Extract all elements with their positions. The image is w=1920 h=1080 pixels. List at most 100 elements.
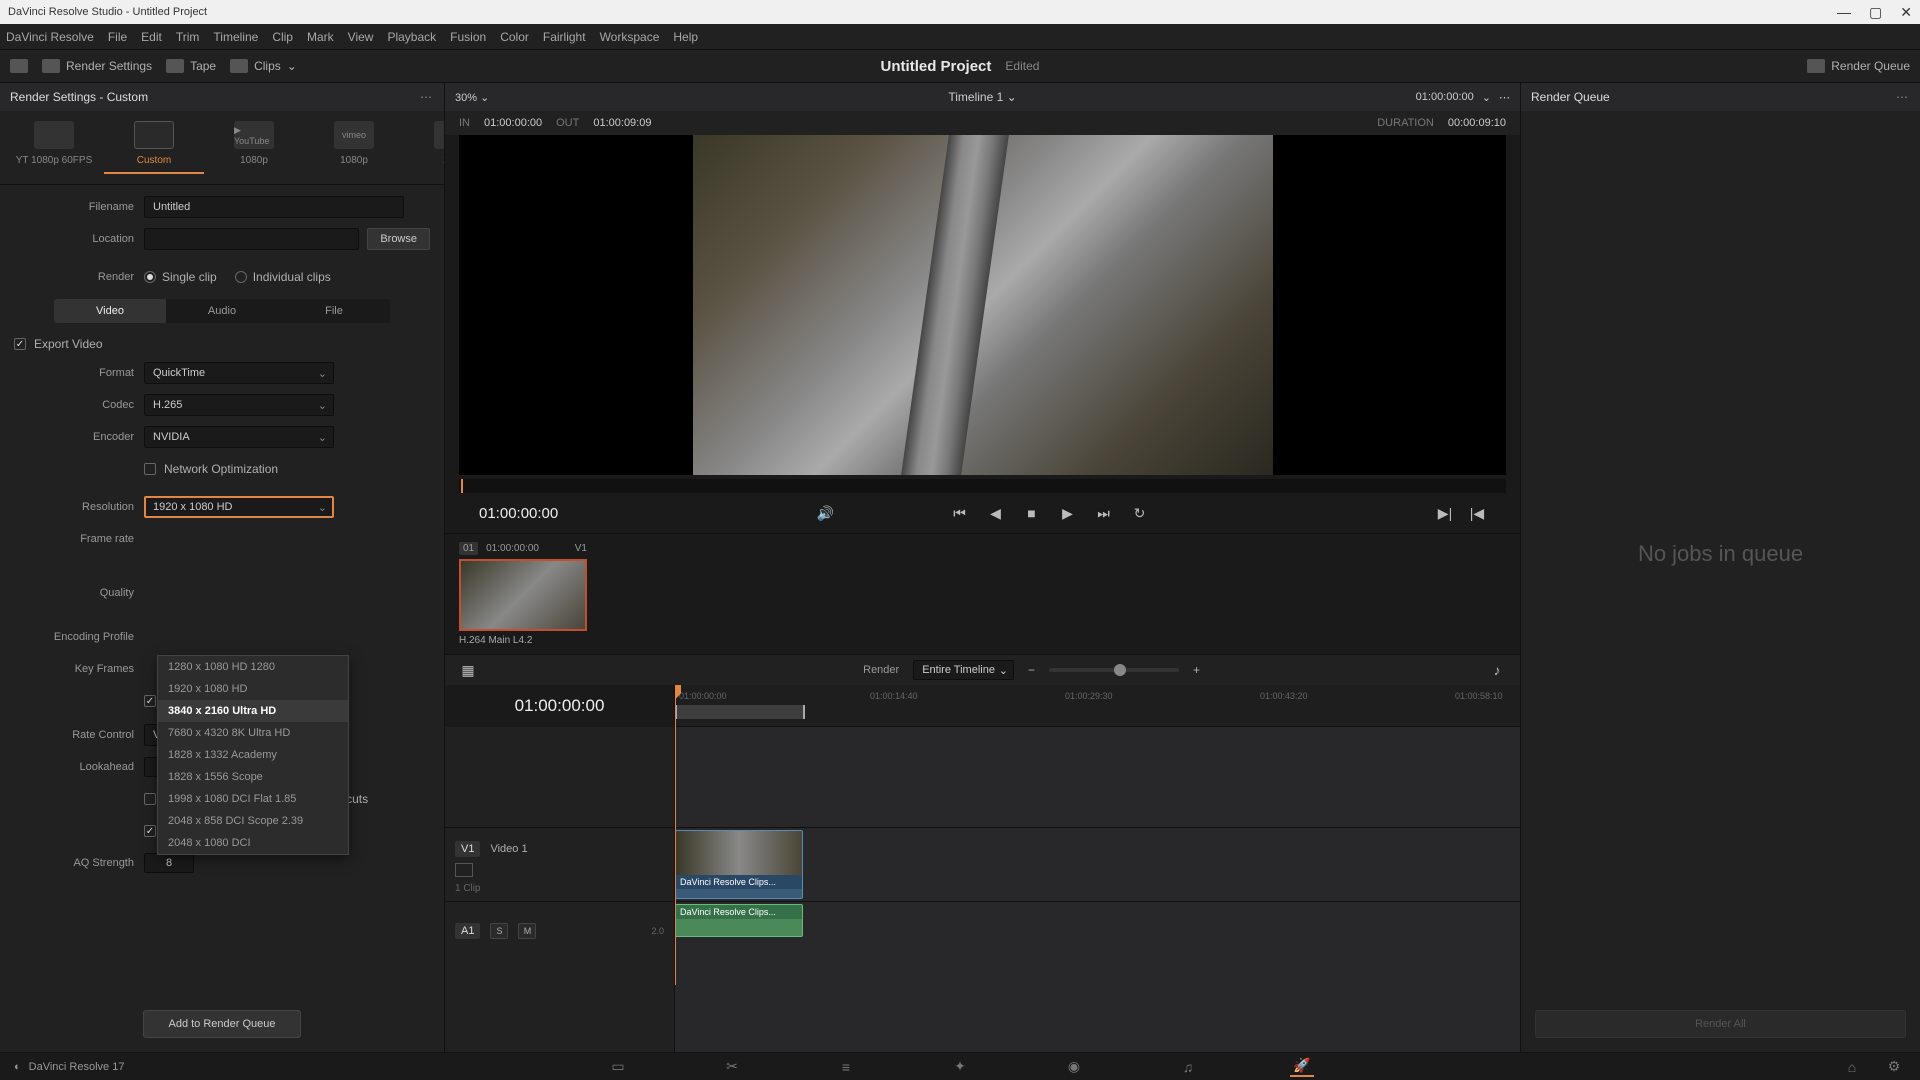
- res-opt-7[interactable]: 2048 x 858 DCI Scope 2.39: [158, 810, 348, 832]
- v1-lane[interactable]: DaVinci Resolve Clips...: [675, 827, 1520, 901]
- video-clip[interactable]: DaVinci Resolve Clips...: [675, 830, 803, 899]
- queue-options-button[interactable]: ⋯: [1896, 90, 1910, 104]
- res-opt-8[interactable]: 2048 x 1080 DCI: [158, 832, 348, 854]
- menu-mark[interactable]: Mark: [307, 30, 334, 44]
- transport-tc[interactable]: 01:00:00:00: [479, 505, 558, 522]
- browse-button[interactable]: Browse: [367, 228, 430, 250]
- in-tc[interactable]: 01:00:00:00: [484, 117, 542, 129]
- solo-button[interactable]: S: [490, 923, 508, 939]
- network-opt-checkbox[interactable]: Network Optimization: [144, 462, 278, 476]
- render-queue-toggle[interactable]: Render Queue: [1807, 59, 1910, 73]
- color-page-icon[interactable]: ◉: [1062, 1057, 1086, 1077]
- timeline-tracks[interactable]: 01:00:00:00 01:00:14:40 01:00:29:30 01:0…: [675, 685, 1520, 1052]
- render-scope-dropdown[interactable]: Entire Timeline: [913, 660, 1014, 680]
- res-opt-6[interactable]: 1998 x 1080 DCI Flat 1.85: [158, 788, 348, 810]
- resolution-dropdown[interactable]: 1920 x 1080 HD: [144, 496, 334, 518]
- deliver-page-icon[interactable]: 🚀: [1290, 1057, 1314, 1077]
- export-video-checkbox[interactable]: Export Video: [14, 337, 430, 351]
- zoom-out-icon[interactable]: −: [1028, 663, 1035, 677]
- video-viewer[interactable]: [459, 135, 1506, 475]
- preset-youtube[interactable]: ▶ YouTube1080p: [204, 121, 304, 166]
- location-input[interactable]: [144, 228, 359, 250]
- render-settings-toggle[interactable]: Render Settings: [42, 59, 152, 73]
- cut-page-icon[interactable]: ✂: [720, 1057, 744, 1077]
- format-dropdown[interactable]: QuickTime: [144, 362, 334, 384]
- menu-help[interactable]: Help: [673, 30, 698, 44]
- volume-icon[interactable]: 🔊: [817, 504, 835, 522]
- aq-strength-input[interactable]: [144, 853, 194, 873]
- playhead[interactable]: [675, 685, 676, 985]
- timeline-view-icon[interactable]: ▦: [459, 661, 477, 679]
- encoder-dropdown[interactable]: NVIDIA: [144, 426, 334, 448]
- timeline-ruler[interactable]: 01:00:00:00 01:00:14:40 01:00:29:30 01:0…: [675, 685, 1520, 727]
- tape-toggle[interactable]: Tape: [166, 59, 216, 73]
- in-out-range[interactable]: [675, 705, 805, 719]
- filename-input[interactable]: [144, 196, 404, 218]
- preset-twitter[interactable]: 𝕏1080: [404, 121, 444, 166]
- tab-audio[interactable]: Audio: [166, 299, 278, 323]
- menu-file[interactable]: File: [108, 30, 127, 44]
- out-tc[interactable]: 01:00:09:09: [593, 117, 651, 129]
- preset-yt1080[interactable]: YT 1080p 60FPS: [4, 121, 104, 166]
- clip-thumbnail[interactable]: [459, 559, 587, 631]
- individual-clips-radio[interactable]: Individual clips: [235, 270, 331, 284]
- timeline-name-dropdown[interactable]: Timeline 1 ⌄: [948, 90, 1016, 104]
- audio-toggle-icon[interactable]: ♪: [1488, 661, 1506, 679]
- minimize-button[interactable]: —: [1837, 4, 1851, 21]
- res-opt-5[interactable]: 1828 x 1556 Scope: [158, 766, 348, 788]
- v1-track-header[interactable]: V1Video 1 1 Clip: [445, 827, 674, 901]
- play-button[interactable]: ▶: [1059, 504, 1077, 522]
- zoom-dropdown[interactable]: 30% ⌄: [455, 91, 489, 104]
- res-opt-4[interactable]: 1828 x 1332 Academy: [158, 744, 348, 766]
- res-opt-0[interactable]: 1280 x 1080 HD 1280: [158, 656, 348, 678]
- project-settings-icon[interactable]: ⚙: [1882, 1057, 1906, 1077]
- single-clip-radio[interactable]: Single clip: [144, 270, 217, 284]
- render-all-button[interactable]: Render All: [1535, 1010, 1906, 1038]
- home-icon[interactable]: ⌂: [1840, 1057, 1864, 1077]
- a1-lane[interactable]: DaVinci Resolve Clips...: [675, 901, 1520, 939]
- fairlight-page-icon[interactable]: ♫: [1176, 1057, 1200, 1077]
- menu-clip[interactable]: Clip: [272, 30, 293, 44]
- viewer-options[interactable]: ⋯: [1499, 91, 1510, 104]
- step-fwd-button[interactable]: ⏭: [1095, 504, 1113, 522]
- res-opt-2[interactable]: 3840 x 2160 Ultra HD: [158, 700, 348, 722]
- stop-button[interactable]: ■: [1023, 504, 1041, 522]
- prev-clip-button[interactable]: ▶|: [1436, 504, 1454, 522]
- tab-file[interactable]: File: [278, 299, 390, 323]
- res-opt-3[interactable]: 7680 x 4320 8K Ultra HD: [158, 722, 348, 744]
- deliver-page-icon[interactable]: [10, 59, 28, 73]
- timeline-tc[interactable]: 01:00:00:00: [445, 685, 674, 727]
- fusion-page-icon[interactable]: ✦: [948, 1057, 972, 1077]
- media-page-icon[interactable]: ▭: [606, 1057, 630, 1077]
- loop-button[interactable]: ↻: [1131, 504, 1149, 522]
- menu-davinci[interactable]: DaVinci Resolve: [6, 30, 94, 44]
- tab-video[interactable]: Video: [54, 299, 166, 323]
- preset-custom[interactable]: Custom: [104, 121, 204, 174]
- viewer-scrubber[interactable]: [459, 479, 1506, 493]
- timeline-zoom-slider[interactable]: [1049, 668, 1179, 672]
- maximize-button[interactable]: ▢: [1869, 4, 1882, 21]
- menu-fairlight[interactable]: Fairlight: [543, 30, 586, 44]
- step-back-button[interactable]: ◀: [987, 504, 1005, 522]
- viewer-tc-dropdown[interactable]: 01:00:00:00: [1416, 91, 1474, 103]
- panel-options-button[interactable]: ⋯: [420, 90, 434, 104]
- menu-trim[interactable]: Trim: [176, 30, 200, 44]
- menu-fusion[interactable]: Fusion: [450, 30, 486, 44]
- a1-track-header[interactable]: A1 S M 2.0: [445, 901, 674, 959]
- add-to-render-queue-button[interactable]: Add to Render Queue: [143, 1010, 300, 1038]
- settings-scroll[interactable]: Filename Location Browse Render Single c…: [0, 185, 444, 996]
- menu-workspace[interactable]: Workspace: [600, 30, 660, 44]
- codec-dropdown[interactable]: H.265: [144, 394, 334, 416]
- close-button[interactable]: ✕: [1900, 4, 1912, 21]
- menu-edit[interactable]: Edit: [141, 30, 162, 44]
- menu-color[interactable]: Color: [500, 30, 529, 44]
- audio-clip[interactable]: DaVinci Resolve Clips...: [675, 904, 803, 937]
- edit-page-icon[interactable]: ≡: [834, 1057, 858, 1077]
- mute-button[interactable]: M: [518, 923, 536, 939]
- menu-timeline[interactable]: Timeline: [213, 30, 258, 44]
- go-first-button[interactable]: ⏮: [951, 504, 969, 522]
- menu-view[interactable]: View: [348, 30, 374, 44]
- preset-vimeo[interactable]: vimeo1080p: [304, 121, 404, 166]
- zoom-in-icon[interactable]: +: [1193, 663, 1200, 677]
- clips-toggle[interactable]: Clips⌄: [230, 59, 297, 73]
